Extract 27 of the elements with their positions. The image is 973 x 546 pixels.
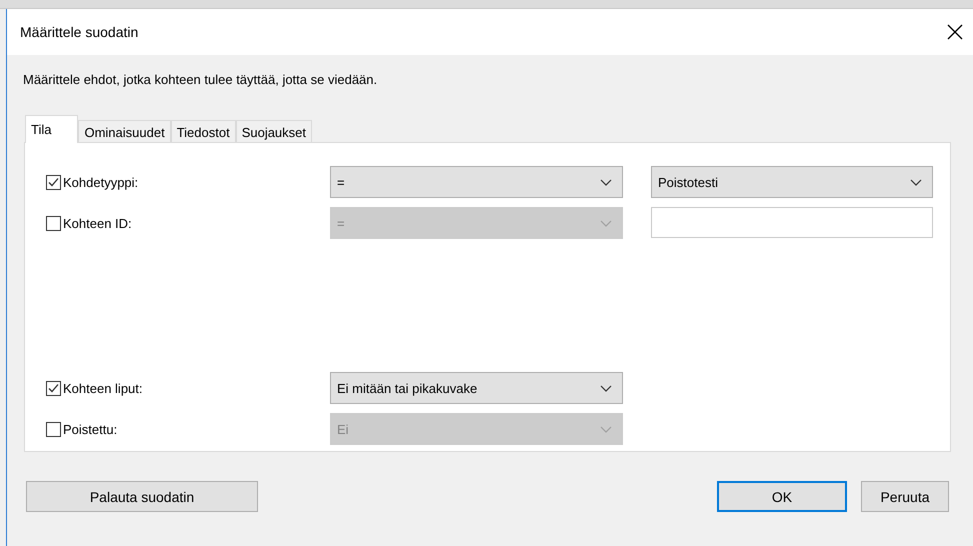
checkbox-label: Kohdetyyppi:	[63, 174, 138, 190]
tab[interactable]: Tila	[25, 115, 78, 143]
chevron-icon	[600, 426, 612, 432]
checkbox[interactable]	[46, 380, 61, 396]
close-icon[interactable]	[947, 24, 963, 40]
chevron-icon	[910, 178, 922, 186]
chevron-icon	[600, 220, 612, 226]
checkbox-label: Kohteen liput:	[63, 380, 143, 396]
checkbox-label: Poistettu:	[63, 422, 118, 436]
dropdown[interactable]: Ei mitään tai pikakuvake	[330, 372, 623, 404]
dialog-button[interactable]: OK	[717, 481, 847, 512]
checkbox[interactable]	[46, 216, 61, 230]
instruction-text: Määrittele ehdot, jotka kohteen tulee täyttää, jotta se viedään.	[23, 72, 378, 87]
tab[interactable]: Tiedostot	[170, 120, 236, 142]
dialog-button[interactable]: Palauta suodatin	[26, 481, 258, 512]
dropdown[interactable]: Poistotesti	[651, 166, 933, 198]
chevron-icon	[600, 178, 612, 186]
checkbox[interactable]	[46, 174, 61, 190]
dropdown[interactable]: =	[330, 166, 623, 198]
chevron-icon	[600, 384, 612, 392]
input-field[interactable]	[651, 207, 933, 238]
checkbox-label: Kohteen ID:	[63, 216, 132, 230]
dialog-button[interactable]: Peruuta	[861, 481, 949, 512]
tab[interactable]: Ominaisuudet	[78, 120, 171, 142]
tab[interactable]: Suojaukset	[236, 120, 312, 142]
checkbox[interactable]	[46, 422, 61, 436]
window-title: Määrittele suodatin	[20, 24, 138, 40]
